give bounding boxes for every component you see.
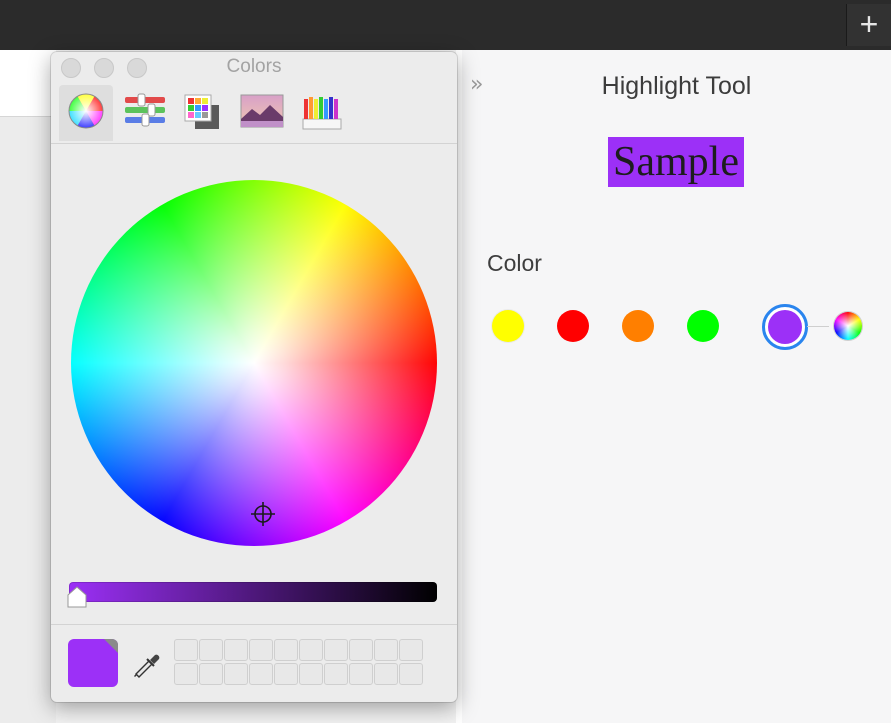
swatch-slot[interactable] <box>224 639 248 661</box>
add-button[interactable]: + <box>846 4 891 46</box>
swatch-slot[interactable] <box>299 639 323 661</box>
bottom-separator <box>51 624 457 625</box>
connector-line <box>807 326 829 327</box>
tab-image-palettes[interactable] <box>236 85 290 141</box>
swatch-slot[interactable] <box>399 639 423 661</box>
color-option-yellow[interactable] <box>492 310 524 342</box>
eyedropper-icon[interactable] <box>131 646 161 680</box>
inspector-title: Highlight Tool <box>601 72 752 100</box>
color-option-red[interactable] <box>557 310 589 342</box>
swatch-slot[interactable] <box>349 639 373 661</box>
swatch-slot[interactable] <box>174 639 198 661</box>
sample-preview: Sample <box>608 137 744 187</box>
color-mode-tabs <box>51 82 457 144</box>
color-option-orange[interactable] <box>622 310 654 342</box>
colors-panel: Colors <box>51 52 457 702</box>
image-palettes-icon <box>240 94 284 128</box>
swatch-slot[interactable] <box>199 639 223 661</box>
swatch-slot[interactable] <box>249 639 273 661</box>
swatch-slot[interactable] <box>199 663 223 685</box>
swatch-slot[interactable] <box>324 639 348 661</box>
brightness-slider[interactable] <box>69 582 437 602</box>
tab-pencils[interactable] <box>295 85 349 141</box>
color-wheel[interactable] <box>71 180 437 546</box>
slider-thumb[interactable] <box>67 586 87 608</box>
swatch-slot[interactable] <box>349 663 373 685</box>
swatch-grid <box>174 639 423 685</box>
swatch-slot[interactable] <box>299 663 323 685</box>
swatch-slot[interactable] <box>249 663 273 685</box>
title-bar: + <box>0 0 891 50</box>
crosshair-icon[interactable] <box>251 502 275 526</box>
tab-separator <box>51 143 457 144</box>
color-palettes-icon <box>184 94 219 129</box>
swatch-slot[interactable] <box>324 663 348 685</box>
selected-color-fill <box>768 310 802 344</box>
tab-color-wheel[interactable] <box>59 85 113 141</box>
current-color-swatch[interactable] <box>68 639 118 687</box>
color-label: Color <box>487 250 542 276</box>
panel-title: Colors <box>226 56 282 77</box>
swatch-slot[interactable] <box>274 663 298 685</box>
swatch-slot[interactable] <box>374 639 398 661</box>
swatch-slot[interactable] <box>374 663 398 685</box>
tab-color-sliders[interactable] <box>118 85 172 141</box>
custom-color-wheel-icon[interactable] <box>834 312 862 340</box>
tab-color-palettes[interactable] <box>177 85 231 141</box>
document-header <box>0 50 56 117</box>
pencils-icon <box>302 97 342 130</box>
color-wheel-icon <box>68 93 104 129</box>
color-option-green[interactable] <box>687 310 719 342</box>
swatch-slot[interactable] <box>274 639 298 661</box>
highlight-inspector: » Highlight Tool Sample Color <box>462 50 891 723</box>
swatch-slot[interactable] <box>174 663 198 685</box>
document-area <box>0 50 56 723</box>
swatch-slot[interactable] <box>224 663 248 685</box>
color-option-purple-selected[interactable] <box>762 304 808 350</box>
swatch-slot[interactable] <box>399 663 423 685</box>
color-sliders-icon <box>125 93 165 127</box>
